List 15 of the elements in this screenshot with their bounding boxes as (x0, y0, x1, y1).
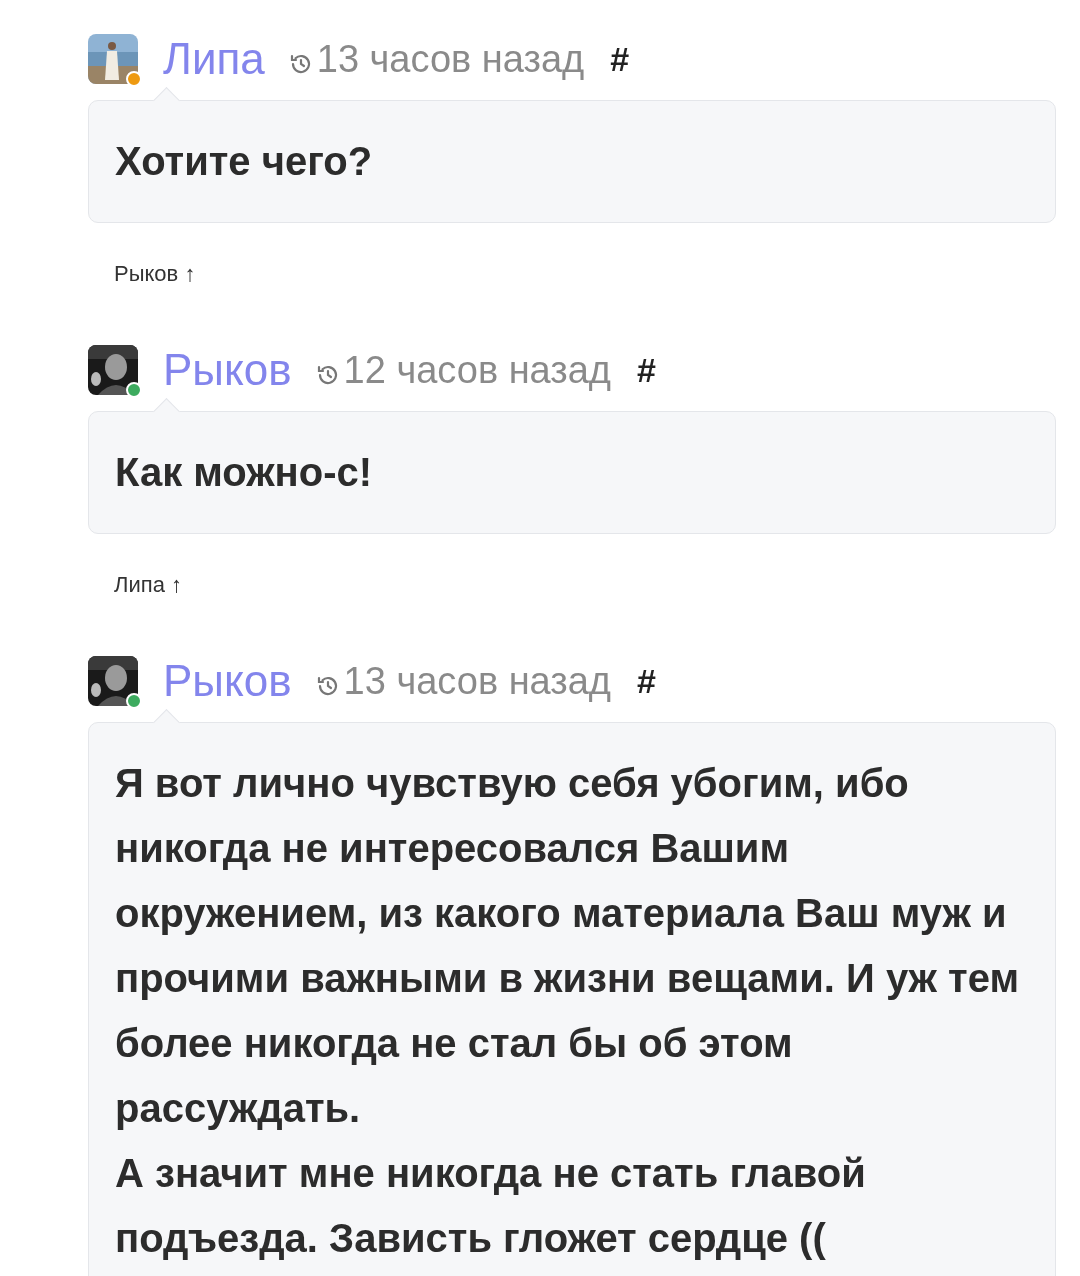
permalink[interactable]: # (637, 661, 656, 701)
history-icon (288, 52, 313, 76)
comment-text: Я вот лично чувствую себя убогим, ибо никогда не интересовался Вашим окружением, из какого материала Ваш муж и прочими важными в жизни вещами. И уж тем более никогда не стал бы об этом рассуждать. (115, 760, 1020, 1132)
reply-to-link[interactable]: Липа ↑ (114, 572, 182, 598)
history-icon (315, 674, 340, 698)
reply-to-link[interactable]: Рыков ↑ (114, 261, 196, 287)
comment-time: 13 часов назад (343, 659, 612, 703)
comment-text: Хотите чего? (115, 138, 374, 185)
permalink[interactable]: # (637, 350, 656, 390)
comment-text: А значит мне никогда не стать главой подъезда. Зависть гложет сердце (( (115, 1150, 867, 1262)
permalink[interactable]: # (610, 39, 630, 79)
history-icon (315, 363, 340, 387)
comment-time: 12 часов назад (343, 348, 612, 392)
comment-time: 13 часов назад (316, 37, 585, 81)
comment-text: Как можно-с! (115, 449, 374, 496)
